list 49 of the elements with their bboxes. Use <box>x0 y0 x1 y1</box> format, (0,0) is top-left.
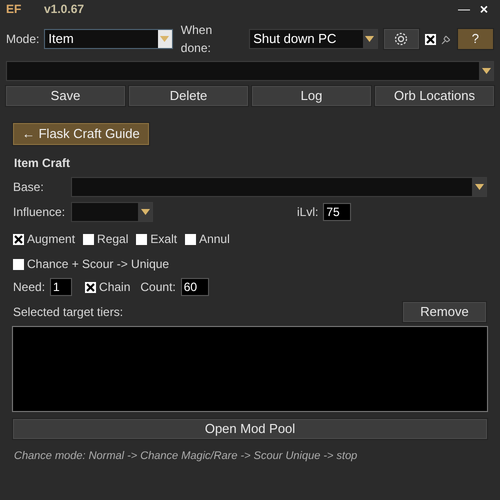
action-button[interactable]: Orb Locations <box>374 85 495 107</box>
version-label: v1.0.67 <box>44 1 84 18</box>
when-done-label: When done: <box>180 22 214 57</box>
base-label: Base: <box>13 179 45 196</box>
when-done-dropdown[interactable]: Shut down PC <box>249 29 378 49</box>
tiers-label: Selected target tiers: <box>13 304 124 321</box>
flask-guide-button[interactable]: ← Flask Craft Guide <box>12 122 150 146</box>
need-label: Need: <box>13 279 46 296</box>
remove-button[interactable]: Remove <box>402 301 487 323</box>
help-button[interactable]: ? <box>456 28 494 50</box>
settings-icon <box>394 32 408 46</box>
settings-button[interactable] <box>382 28 420 50</box>
checkbox[interactable] <box>13 258 24 270</box>
caret-icon <box>482 68 490 74</box>
checkbox-label: Exalt <box>150 231 178 248</box>
checkbox-label: Regal <box>97 231 128 248</box>
minimize-button[interactable]: — <box>454 0 474 18</box>
caret-icon <box>160 36 170 42</box>
action-button[interactable]: Log <box>251 85 372 107</box>
number-field[interactable]: 60 <box>180 278 209 296</box>
checkbox[interactable] <box>424 34 436 44</box>
checkbox[interactable] <box>85 282 96 292</box>
ilvl-label: iLvl: <box>297 204 318 221</box>
mod-pool-button[interactable]: Open Mod Pool <box>12 418 488 440</box>
app-title: EF <box>6 1 22 18</box>
checkbox-label: Annul <box>199 231 230 248</box>
checkbox-label: Chance + Scour -> Unique <box>27 256 170 273</box>
checkbox[interactable] <box>136 234 148 244</box>
caret-icon <box>140 209 150 215</box>
close-button[interactable]: × <box>474 0 494 20</box>
caret-icon <box>474 184 484 190</box>
pin-icon[interactable] <box>440 34 452 44</box>
number-field[interactable]: 1 <box>50 278 72 296</box>
footer-text: Chance mode: Normal -> Chance Magic/Rare -> Scour Unique -> stop <box>14 450 358 462</box>
checkbox-label: Augment <box>27 231 76 248</box>
tiers-list[interactable] <box>12 326 488 412</box>
checkbox[interactable] <box>83 234 94 244</box>
checkbox-label: Chain <box>99 279 130 296</box>
count-label: Count: <box>140 279 176 296</box>
caret-icon <box>365 36 374 42</box>
checkbox[interactable] <box>13 234 24 244</box>
influence-label: Influence: <box>13 204 66 221</box>
action-button[interactable]: Delete <box>128 85 249 107</box>
mode-dropdown[interactable]: Item <box>44 29 173 49</box>
checkbox[interactable] <box>185 234 196 244</box>
section-title: Item Craft <box>14 156 70 170</box>
action-button[interactable]: Save <box>5 85 126 107</box>
mode-label: Mode: <box>6 31 40 48</box>
number-field[interactable]: 75 <box>323 203 352 221</box>
